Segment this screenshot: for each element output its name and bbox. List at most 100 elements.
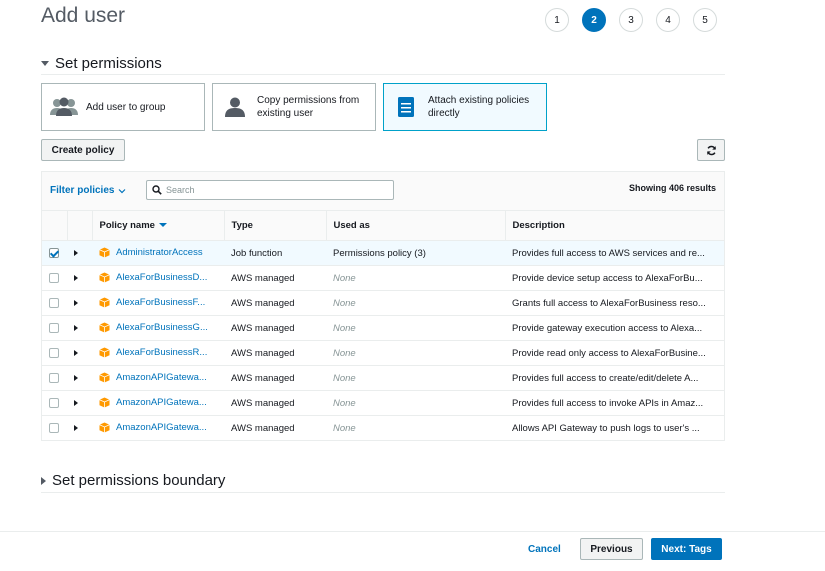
option-add-to-group[interactable]: Add user to group — [41, 83, 205, 131]
policy-name-link[interactable]: AmazonAPIGatewa... — [116, 423, 207, 434]
table-row[interactable]: AlexaForBusinessG... AWS managed None Pr… — [42, 315, 724, 341]
filter-policies-dropdown[interactable]: Filter policies — [50, 185, 126, 196]
search-box[interactable] — [146, 180, 394, 200]
expand-row-icon[interactable] — [74, 299, 78, 306]
row-checkbox[interactable] — [49, 422, 59, 433]
policy-name-link[interactable]: AlexaForBusinessD... — [116, 273, 207, 284]
policy-icon — [99, 397, 110, 408]
policy-name-link[interactable]: AmazonAPIGatewa... — [116, 398, 207, 409]
expand-row-icon[interactable] — [74, 249, 78, 256]
set-permissions-toggle[interactable]: Set permissions — [41, 55, 162, 72]
row-checkbox[interactable] — [49, 347, 59, 358]
policy-icon — [99, 297, 110, 308]
policy-used-as: None — [326, 390, 505, 416]
page-title: Add user — [41, 4, 126, 27]
row-checkbox[interactable] — [49, 322, 59, 333]
expand-row-icon[interactable] — [74, 424, 78, 431]
table-row[interactable]: AmazonAPIGatewa... AWS managed None Prov… — [42, 390, 724, 416]
header-type[interactable]: Type — [224, 211, 327, 241]
chevron-down-icon — [119, 188, 126, 193]
next-tags-button[interactable]: Next: Tags — [651, 538, 722, 560]
option-attach-policies[interactable]: Attach existing policies directly — [383, 83, 547, 131]
policy-icon — [99, 372, 110, 383]
table-row[interactable]: AmazonAPIGatewa... AWS managed None Allo… — [42, 416, 724, 441]
row-checkbox[interactable] — [49, 372, 59, 383]
policy-type: AWS managed — [224, 390, 326, 416]
set-permissions-boundary-heading: Set permissions boundary — [52, 472, 226, 489]
policy-type: AWS managed — [224, 340, 326, 366]
policy-used-as: None — [326, 315, 505, 341]
expand-row-icon[interactable] — [74, 374, 78, 381]
create-policy-button[interactable]: Create policy — [41, 139, 125, 161]
expand-row-icon[interactable] — [74, 399, 78, 406]
policy-icon — [99, 347, 110, 358]
section-divider — [41, 74, 725, 75]
step-4[interactable]: 4 — [656, 8, 680, 32]
policy-icon — [99, 247, 110, 258]
step-2[interactable]: 2 — [582, 8, 606, 32]
policy-type: Job function — [224, 240, 326, 266]
option-attach-policies-label: Attach existing policies directly — [428, 95, 530, 119]
policy-name-link[interactable]: AlexaForBusinessF... — [116, 298, 205, 309]
policies-table: Filter policies Showing 406 results Poli… — [41, 171, 725, 441]
table-row[interactable]: AlexaForBusinessR... AWS managed None Pr… — [42, 340, 724, 366]
expand-row-icon[interactable] — [74, 274, 78, 281]
policy-type: AWS managed — [224, 315, 326, 341]
table-header-row: Policy name Type Used as Description — [42, 211, 724, 241]
step-5[interactable]: 5 — [693, 8, 717, 32]
policy-type: AWS managed — [231, 422, 295, 434]
table-row[interactable]: AdministratorAccess Job function Permiss… — [42, 240, 724, 266]
option-copy-permissions-label: Copy permissions from existing user — [257, 95, 360, 119]
footer-divider — [0, 531, 825, 532]
policy-description: Provide gateway execution access to Alex… — [505, 315, 724, 341]
step-3[interactable]: 3 — [619, 8, 643, 32]
policy-description: Provides full access to invoke APIs in A… — [505, 390, 724, 416]
row-checkbox[interactable] — [49, 247, 59, 258]
section-divider — [41, 492, 725, 493]
document-icon — [384, 96, 428, 118]
refresh-icon — [706, 145, 716, 155]
refresh-button[interactable] — [697, 139, 725, 161]
policy-type: AWS managed — [224, 265, 326, 291]
header-description[interactable]: Description — [505, 211, 724, 241]
previous-button[interactable]: Previous — [580, 538, 643, 560]
policy-description: Provide read only access to AlexaForBusi… — [505, 340, 724, 366]
option-copy-permissions[interactable]: Copy permissions from existing user — [212, 83, 376, 131]
policy-name-link[interactable]: AlexaForBusinessG... — [116, 323, 208, 334]
expand-row-icon[interactable] — [74, 349, 78, 356]
policy-name-link[interactable]: AlexaForBusinessR... — [116, 348, 207, 359]
policy-name-link[interactable]: AmazonAPIGatewa... — [116, 373, 207, 384]
table-row[interactable]: AlexaForBusinessF... AWS managed None Gr… — [42, 290, 724, 316]
policy-description: Allows API Gateway to push logs to user'… — [512, 422, 700, 434]
set-permissions-boundary-toggle[interactable]: Set permissions boundary — [41, 472, 225, 489]
policy-icon — [99, 422, 110, 433]
search-input[interactable] — [166, 185, 366, 195]
policy-type: AWS managed — [224, 365, 326, 391]
step-indicator: 1 2 3 4 5 — [545, 8, 717, 32]
header-select — [42, 211, 68, 241]
policy-name-link[interactable]: AdministratorAccess — [116, 248, 203, 259]
policy-used-as: None — [326, 340, 505, 366]
policy-description: Provides full access to AWS services and… — [505, 240, 724, 266]
policy-description: Provides full access to create/edit/dele… — [505, 365, 724, 391]
policy-description: Grants full access to AlexaForBusiness r… — [505, 290, 724, 316]
step-1[interactable]: 1 — [545, 8, 569, 32]
policy-type: AWS managed — [224, 290, 326, 316]
policy-icon — [99, 272, 110, 283]
header-policy-name[interactable]: Policy name — [92, 211, 225, 241]
policy-description: Provide device setup access to AlexaForB… — [505, 265, 724, 291]
row-checkbox[interactable] — [49, 397, 59, 408]
cancel-button[interactable]: Cancel — [528, 544, 561, 555]
filter-policies-label: Filter policies — [50, 185, 115, 196]
table-row[interactable]: AmazonAPIGatewa... AWS managed None Prov… — [42, 365, 724, 391]
caret-right-icon — [41, 476, 46, 485]
user-icon — [213, 97, 257, 117]
header-used-as[interactable]: Used as — [326, 211, 506, 241]
table-row[interactable]: AlexaForBusinessD... AWS managed None Pr… — [42, 265, 724, 291]
row-checkbox[interactable] — [49, 297, 59, 308]
set-permissions-heading: Set permissions — [55, 55, 162, 72]
row-checkbox[interactable] — [49, 272, 59, 283]
policy-used-as: None — [333, 422, 356, 434]
expand-row-icon[interactable] — [74, 324, 78, 331]
caret-down-icon — [41, 61, 49, 66]
